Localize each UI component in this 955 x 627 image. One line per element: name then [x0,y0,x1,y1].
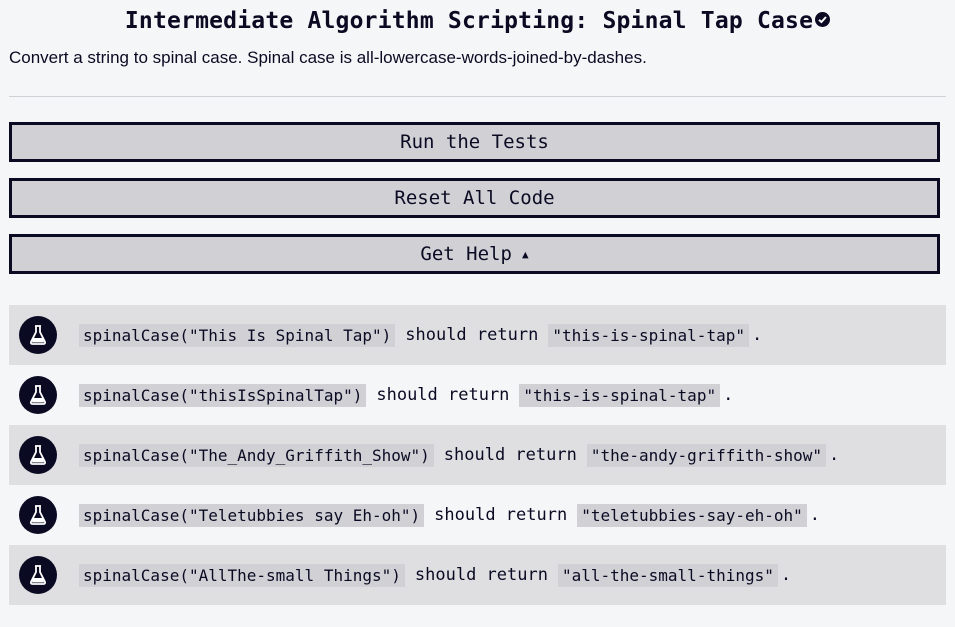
reset-code-button[interactable]: Reset All Code [9,178,940,218]
test-item: spinalCase("The_Andy_Griffith_Show") sho… [9,425,946,485]
test-call: spinalCase("This Is Spinal Tap") [79,323,396,347]
test-item: spinalCase("AllThe-small Things") should… [9,545,946,605]
test-text: should return [414,565,548,585]
test-call: spinalCase("Teletubbies say Eh-oh") [79,503,425,527]
flask-icon [19,316,57,354]
test-item: spinalCase("This Is Spinal Tap") should … [9,305,946,365]
divider [9,96,946,97]
test-item: spinalCase("thisIsSpinalTap") should ret… [9,365,946,425]
test-end: . [780,565,792,585]
challenge-description: Convert a string to spinal case. Spinal … [9,48,647,67]
test-end: . [829,445,840,465]
get-help-label: Get Help [420,243,512,265]
test-expected: "this-is-spinal-tap" [548,323,749,347]
test-end: . [723,385,734,405]
test-end: . [809,505,821,525]
test-expected: "the-andy-griffith-show" [586,443,827,467]
page-title: Intermediate Algorithm Scripting: Spinal… [0,6,955,36]
flask-icon [19,496,57,534]
get-help-button[interactable]: Get Help ▲ [9,234,940,274]
check-circle-icon [815,12,831,27]
test-expected: "teletubbies-say-eh-oh" [577,503,807,527]
flask-icon [19,436,57,474]
test-expected: "all-the-small-things" [557,563,778,587]
test-text: should return [405,325,539,345]
caret-up-icon: ▲ [521,247,529,261]
flask-icon [19,556,57,594]
test-end: . [751,325,763,345]
page-title-text: Intermediate Algorithm Scripting: Spinal… [124,8,814,34]
test-text: should return [434,505,568,525]
test-call: spinalCase("The_Andy_Griffith_Show") [79,443,434,467]
test-call: spinalCase("AllThe-small Things") [79,563,405,587]
run-tests-label: Run the Tests [400,131,549,153]
test-list: spinalCase("This Is Spinal Tap") should … [9,305,946,605]
test-text: should return [376,385,510,405]
test-text: should return [443,445,577,465]
test-expected: "this-is-spinal-tap" [519,383,721,407]
run-tests-button[interactable]: Run the Tests [9,122,940,162]
reset-code-label: Reset All Code [394,187,555,209]
flask-icon [19,376,57,414]
test-item: spinalCase("Teletubbies say Eh-oh") shou… [9,485,946,545]
test-call: spinalCase("thisIsSpinalTap") [79,383,367,407]
